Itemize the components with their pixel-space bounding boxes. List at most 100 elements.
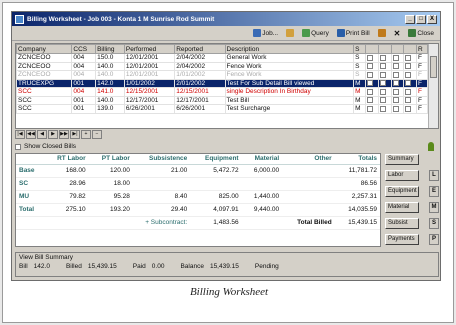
bill-flag-checkbox[interactable] bbox=[367, 54, 374, 61]
toolbar-print-button[interactable]: Print Bill bbox=[335, 27, 372, 39]
bill-flag-checkbox[interactable] bbox=[392, 63, 399, 70]
bill-flag-checkbox[interactable] bbox=[405, 105, 412, 112]
show-closed-toggle[interactable]: Show Closed Bills bbox=[15, 143, 76, 150]
detail-button[interactable]: Subsist bbox=[385, 217, 419, 229]
bill-cell-s: S bbox=[353, 61, 367, 71]
bills-column-header[interactable]: Reported bbox=[174, 44, 226, 54]
bill-flag-checkbox[interactable] bbox=[379, 88, 386, 95]
bills-column-header[interactable]: Performed bbox=[123, 44, 176, 54]
toolbar-job-button[interactable]: Job... bbox=[251, 27, 280, 39]
bill-flag-checkbox[interactable] bbox=[405, 88, 412, 95]
totals-row: Total 275.10 193.20 29.40 4,097.91 9,440.00 14… bbox=[16, 203, 380, 217]
navigator-button[interactable]: ▶▶ bbox=[59, 130, 69, 139]
toolbar-close-button[interactable]: Close bbox=[406, 27, 436, 39]
bill-flag-checkbox[interactable] bbox=[367, 105, 374, 112]
scrollbar-thumb[interactable] bbox=[430, 56, 437, 78]
bill-flag-checkbox[interactable] bbox=[392, 54, 399, 61]
bill-flag-cell bbox=[403, 87, 417, 97]
close-button[interactable]: X bbox=[427, 14, 437, 24]
bill-flag-checkbox[interactable] bbox=[392, 97, 399, 104]
bill-flag-checkbox[interactable] bbox=[392, 105, 399, 112]
navigator-button[interactable]: ◀ bbox=[37, 130, 47, 139]
bill-cell-s: S bbox=[353, 70, 367, 80]
detail-key-button[interactable]: S bbox=[429, 217, 439, 229]
bills-scrollbar[interactable] bbox=[428, 44, 438, 128]
show-closed-checkbox[interactable] bbox=[15, 143, 21, 150]
bill-cell-performed: 12/01/2001 bbox=[123, 70, 176, 80]
bill-flag-checkbox[interactable] bbox=[379, 71, 386, 78]
bill-flag-checkbox[interactable] bbox=[405, 54, 412, 61]
bill-cell-description: Test Surcharge bbox=[224, 104, 355, 114]
navigator-button[interactable]: − bbox=[92, 130, 102, 139]
bill-flag-checkbox[interactable] bbox=[405, 80, 412, 87]
detail-button[interactable]: Equipment bbox=[385, 185, 419, 197]
bill-cell-billing: 139.0 bbox=[95, 104, 125, 114]
bills-column-header[interactable] bbox=[403, 44, 417, 54]
detail-key-button[interactable]: L bbox=[429, 169, 439, 181]
toolbar-delete-button[interactable]: ✕ bbox=[392, 27, 403, 39]
bill-row[interactable]: SCC 001 140.0 12/17/2001 12/17/2001 Test Bill… bbox=[16, 95, 429, 105]
bill-flag-checkbox[interactable] bbox=[367, 97, 374, 104]
bill-row[interactable]: TRUCEXPG 001 142.0 1/01/2002 2/01/2002 Test F… bbox=[16, 78, 429, 88]
detail-button[interactable]: Material bbox=[385, 201, 419, 213]
bill-flag-checkbox[interactable] bbox=[392, 71, 399, 78]
bill-cell-reported: 2/01/2002 bbox=[174, 78, 226, 88]
detail-key-button[interactable]: M bbox=[429, 201, 439, 213]
bill-cell-s: M bbox=[353, 104, 367, 114]
bills-column-header[interactable]: S bbox=[353, 44, 367, 54]
bills-column-header[interactable]: CCS bbox=[71, 44, 97, 54]
bill-row[interactable]: SCC 004 141.0 12/15/2001 12/15/2001 single De… bbox=[16, 87, 429, 97]
toolbar-copy-button[interactable] bbox=[376, 27, 388, 39]
bill-flag-checkbox[interactable] bbox=[367, 80, 374, 87]
bill-flag-checkbox[interactable] bbox=[392, 88, 399, 95]
navigator-button[interactable]: |◀ bbox=[15, 130, 25, 139]
detail-button[interactable]: Payments bbox=[385, 233, 419, 245]
bill-row[interactable]: ZCNCEOO 004 140.0 12/01/2001 1/01/2002 Fence … bbox=[16, 70, 429, 80]
bill-flag-checkbox[interactable] bbox=[392, 80, 399, 87]
bill-row[interactable]: SCC 001 139.0 6/26/2001 6/26/2001 Test Surcha… bbox=[16, 104, 429, 114]
bill-flag-checkbox[interactable] bbox=[379, 105, 386, 112]
navigator-button[interactable]: + bbox=[81, 130, 91, 139]
bills-column-header[interactable]: Billing bbox=[95, 44, 125, 54]
bill-row[interactable]: ZCNCEOO 004 150.0 12/01/2001 2/04/2002 Genera… bbox=[16, 53, 429, 63]
minimize-button[interactable]: _ bbox=[405, 14, 415, 24]
totals-cell bbox=[282, 177, 335, 191]
bill-row[interactable]: ZCNCEOO 004 140.0 12/01/2001 2/04/2002 Fence … bbox=[16, 61, 429, 71]
bills-column-header[interactable]: Description bbox=[224, 44, 355, 54]
detail-key-button[interactable]: E bbox=[429, 185, 439, 197]
totals-cell: 120.00 bbox=[88, 164, 133, 178]
totals-cell: 5,472.72 bbox=[190, 164, 242, 178]
bill-flag-checkbox[interactable] bbox=[379, 63, 386, 70]
navigator-button[interactable]: ▶ bbox=[48, 130, 58, 139]
bills-column-header[interactable]: Company bbox=[16, 44, 73, 54]
bill-flag-checkbox[interactable] bbox=[379, 80, 386, 87]
toolbar-query-button[interactable]: Query bbox=[300, 27, 331, 39]
detail-button[interactable]: Labor bbox=[385, 169, 419, 181]
bill-flag-checkbox[interactable] bbox=[405, 71, 412, 78]
maximize-button[interactable]: □ bbox=[416, 14, 426, 24]
bill-flag-checkbox[interactable] bbox=[405, 97, 412, 104]
bills-column-header[interactable]: R bbox=[415, 44, 429, 54]
bill-flag-cell bbox=[403, 95, 417, 105]
bills-column-header[interactable] bbox=[377, 44, 392, 54]
bill-flag-checkbox[interactable] bbox=[379, 54, 386, 61]
bill-flag-checkbox[interactable] bbox=[367, 88, 374, 95]
bill-flag-cell bbox=[365, 70, 379, 80]
detail-button[interactable]: Summary bbox=[385, 153, 419, 165]
totals-row: Base 168.00 120.00 21.00 5,472.72 6,000.00 11,… bbox=[16, 164, 380, 178]
bill-flag-checkbox[interactable] bbox=[367, 63, 374, 70]
window-title: Billing Worksheet - Job 003 - Konta 1 M … bbox=[27, 15, 215, 23]
totals-cell bbox=[282, 203, 335, 217]
navigator-button[interactable]: ▶| bbox=[70, 130, 80, 139]
bill-flag-cell bbox=[403, 53, 417, 63]
bills-column-header[interactable] bbox=[365, 44, 379, 54]
bill-flag-checkbox[interactable] bbox=[405, 63, 412, 70]
toolbar: Job... Query Print Bill ✕ Close bbox=[12, 26, 440, 41]
detail-key-button[interactable]: P bbox=[429, 233, 439, 245]
toolbar-save-button[interactable] bbox=[284, 27, 296, 39]
bill-flag-checkbox[interactable] bbox=[367, 71, 374, 78]
bill-cell-billing: 140.0 bbox=[95, 95, 125, 105]
navigator-button[interactable]: ◀◀ bbox=[26, 130, 36, 139]
bills-column-header[interactable] bbox=[390, 44, 405, 54]
bill-flag-checkbox[interactable] bbox=[379, 97, 386, 104]
